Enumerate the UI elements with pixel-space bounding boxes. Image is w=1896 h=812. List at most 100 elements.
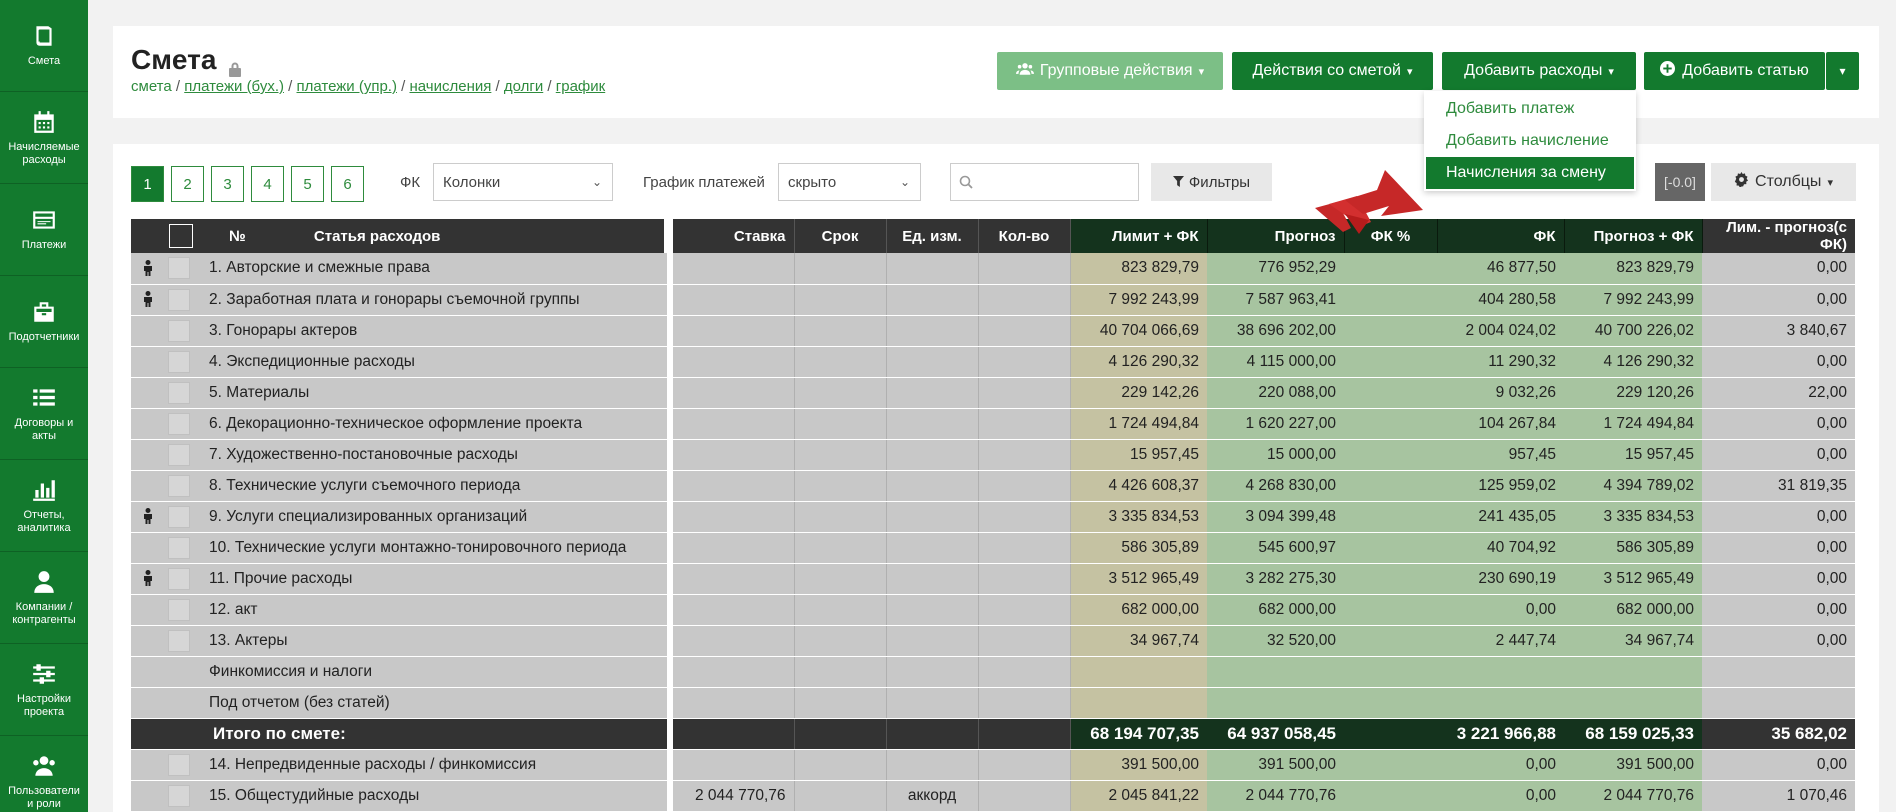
table-row[interactable]: 3. Гонорары актеров 40 704 066,69 38 696 2… [131,315,1855,347]
search-input[interactable] [979,170,1129,194]
table-row[interactable]: 2. Заработная плата и гонорары съемочной… [131,284,1855,316]
row-checkbox[interactable] [168,567,190,590]
table-row[interactable]: 8. Технические услуги съемочного периода… [131,470,1855,502]
sidebar-item-4[interactable]: Договоры и акты [0,368,88,460]
breadcrumb-link[interactable]: долги [504,78,543,95]
table-row[interactable]: 10. Технические услуги монтажно-тонирово… [131,532,1855,564]
person-icon[interactable] [142,260,154,277]
row-name[interactable]: 14. Непредвиденные расходы / финкомиссия [201,749,667,781]
add-item-button[interactable]: Добавить статью [1644,52,1825,90]
table-row[interactable]: Под отчетом (без статей) [131,687,1855,719]
row-checkbox[interactable] [168,784,190,807]
person-icon[interactable] [142,570,154,587]
table-row[interactable]: 5. Материалы 229 142,26 220 088,00 9 032,26… [131,377,1855,409]
add-expenses-button[interactable]: Добавить расходы ▾ [1442,52,1636,90]
sidebar-item-7[interactable]: Настройки проекта [0,644,88,736]
row-checkbox[interactable] [168,319,190,342]
page-button[interactable]: 1 [131,166,164,202]
row-name[interactable]: 10. Технические услуги монтажно-тонирово… [201,532,667,564]
row-name[interactable]: 8. Технические услуги съемочного периода [201,470,667,502]
filters-button[interactable]: Фильтры [1151,163,1272,201]
row-checkbox[interactable] [168,288,190,311]
header-limit-minus-forecast[interactable]: Лим. - прогноз(с ФК) [1702,219,1855,253]
schedule-select[interactable]: скрыто ⌄ [778,163,921,201]
row-name[interactable]: 7. Художественно-постановочные расходы [201,439,667,471]
row-checkbox[interactable] [168,753,190,776]
row-checkbox[interactable] [168,598,190,621]
sidebar-item-3[interactable]: Подотчетники [0,276,88,368]
table-row[interactable]: 11. Прочие расходы 3 512 965,49 3 282 275,… [131,563,1855,595]
dropdown-item[interactable]: Начисления за смену [1426,157,1634,189]
person-icon[interactable] [142,291,154,308]
row-name[interactable]: 9. Услуги специализированных организаций [201,501,667,533]
header-term[interactable]: Срок [794,219,887,253]
table-row[interactable]: 12. акт 682 000,00 682 000,00 0,00 682 000,0… [131,594,1855,626]
row-checkbox[interactable] [168,257,190,280]
row-checkbox[interactable] [168,536,190,559]
fk-select[interactable]: Колонки ⌄ [433,163,613,201]
row-name[interactable]: 15. Общестудийные расходы [201,780,667,812]
row-name[interactable]: 6. Декорационно-техническое оформление п… [201,408,667,440]
table-row[interactable]: 15. Общестудийные расходы 2 044 770,76 акк… [131,780,1855,812]
group-actions-button[interactable]: Групповые действия ▾ [997,52,1223,90]
table-row[interactable]: 1. Авторские и смежные права 823 829,79 77… [131,253,1855,285]
sidebar-item-5[interactable]: Отчеты, аналитика [0,460,88,552]
sidebar-item-8[interactable]: Пользователи и роли [0,736,88,812]
row-name[interactable]: 11. Прочие расходы [201,563,667,595]
row-forecast: 15 000,00 [1207,439,1344,471]
table-row[interactable]: 9. Услуги специализированных организаций… [131,501,1855,533]
row-checkbox[interactable] [168,505,190,528]
header-fc[interactable]: ФК [1437,219,1565,253]
sidebar-item-2[interactable]: Платежи [0,184,88,276]
table-row[interactable]: 14. Непредвиденные расходы / финкомиссия… [131,749,1855,781]
breadcrumb-link[interactable]: график [556,78,605,95]
row-checkbox[interactable] [168,412,190,435]
header-unit[interactable]: Ед. изм. [886,219,979,253]
row-name[interactable]: 4. Экспедиционные расходы [201,346,667,378]
columns-button[interactable]: Столбцы ▾ [1711,163,1856,201]
row-checkbox[interactable] [168,629,190,652]
sidebar-item-6[interactable]: Компании / контрагенты [0,552,88,644]
page-button[interactable]: 4 [251,166,284,202]
header-qty[interactable]: Кол-во [978,219,1071,253]
page-button[interactable]: 6 [331,166,364,202]
estimate-actions-button[interactable]: Действия со сметой ▾ [1232,52,1433,90]
row-checkbox[interactable] [168,350,190,373]
row-name[interactable]: Финкомиссия и налоги [201,656,667,688]
select-all-checkbox[interactable] [169,224,193,248]
row-checkbox[interactable] [168,381,190,404]
sidebar-item-0[interactable]: Смета [0,0,88,92]
row-rate [673,656,795,688]
row-name[interactable]: 5. Материалы [201,377,667,409]
breadcrumb-link[interactable]: платежи (упр.) [297,78,397,95]
header-rate[interactable]: Ставка [673,219,795,253]
row-name[interactable]: 13. Актеры [201,625,667,657]
add-item-dropdown-toggle[interactable]: ▾ [1826,52,1859,90]
table-row[interactable]: 7. Художественно-постановочные расходы 15… [131,439,1855,471]
breadcrumb-home[interactable]: смета [131,78,172,95]
dropdown-item[interactable]: Добавить начисление [1424,125,1636,157]
page-button[interactable]: 2 [171,166,204,202]
row-name[interactable]: Под отчетом (без статей) [201,687,667,719]
page-button[interactable]: 3 [211,166,244,202]
row-forecast-fc: 34 967,74 [1564,625,1702,657]
row-unit [886,408,979,440]
table-row[interactable]: 13. Актеры 34 967,74 32 520,00 2 447,74 34 9… [131,625,1855,657]
breadcrumb-link[interactable]: начисления [409,78,491,95]
row-name[interactable]: 3. Гонорары актеров [201,315,667,347]
row-checkbox[interactable] [168,443,190,466]
page-button[interactable]: 5 [291,166,324,202]
row-checkbox[interactable] [168,474,190,497]
row-name[interactable]: 2. Заработная плата и гонорары съемочной… [201,284,667,316]
person-icon[interactable] [142,508,154,525]
sidebar-item-1[interactable]: Начисляемые расходы [0,92,88,184]
table-row[interactable]: 4. Экспедиционные расходы 4 126 290,32 4 1… [131,346,1855,378]
header-limit-fc[interactable]: Лимит + ФК [1070,219,1208,253]
header-forecast-fc[interactable]: Прогноз + ФК [1564,219,1703,253]
row-name[interactable]: 1. Авторские и смежные права [201,253,667,285]
dropdown-item[interactable]: Добавить платеж [1424,93,1636,125]
row-name[interactable]: 12. акт [201,594,667,626]
breadcrumb-link[interactable]: платежи (бух.) [184,78,284,95]
table-row[interactable]: 6. Декорационно-техническое оформление п… [131,408,1855,440]
table-row[interactable]: Финкомиссия и налоги [131,656,1855,688]
